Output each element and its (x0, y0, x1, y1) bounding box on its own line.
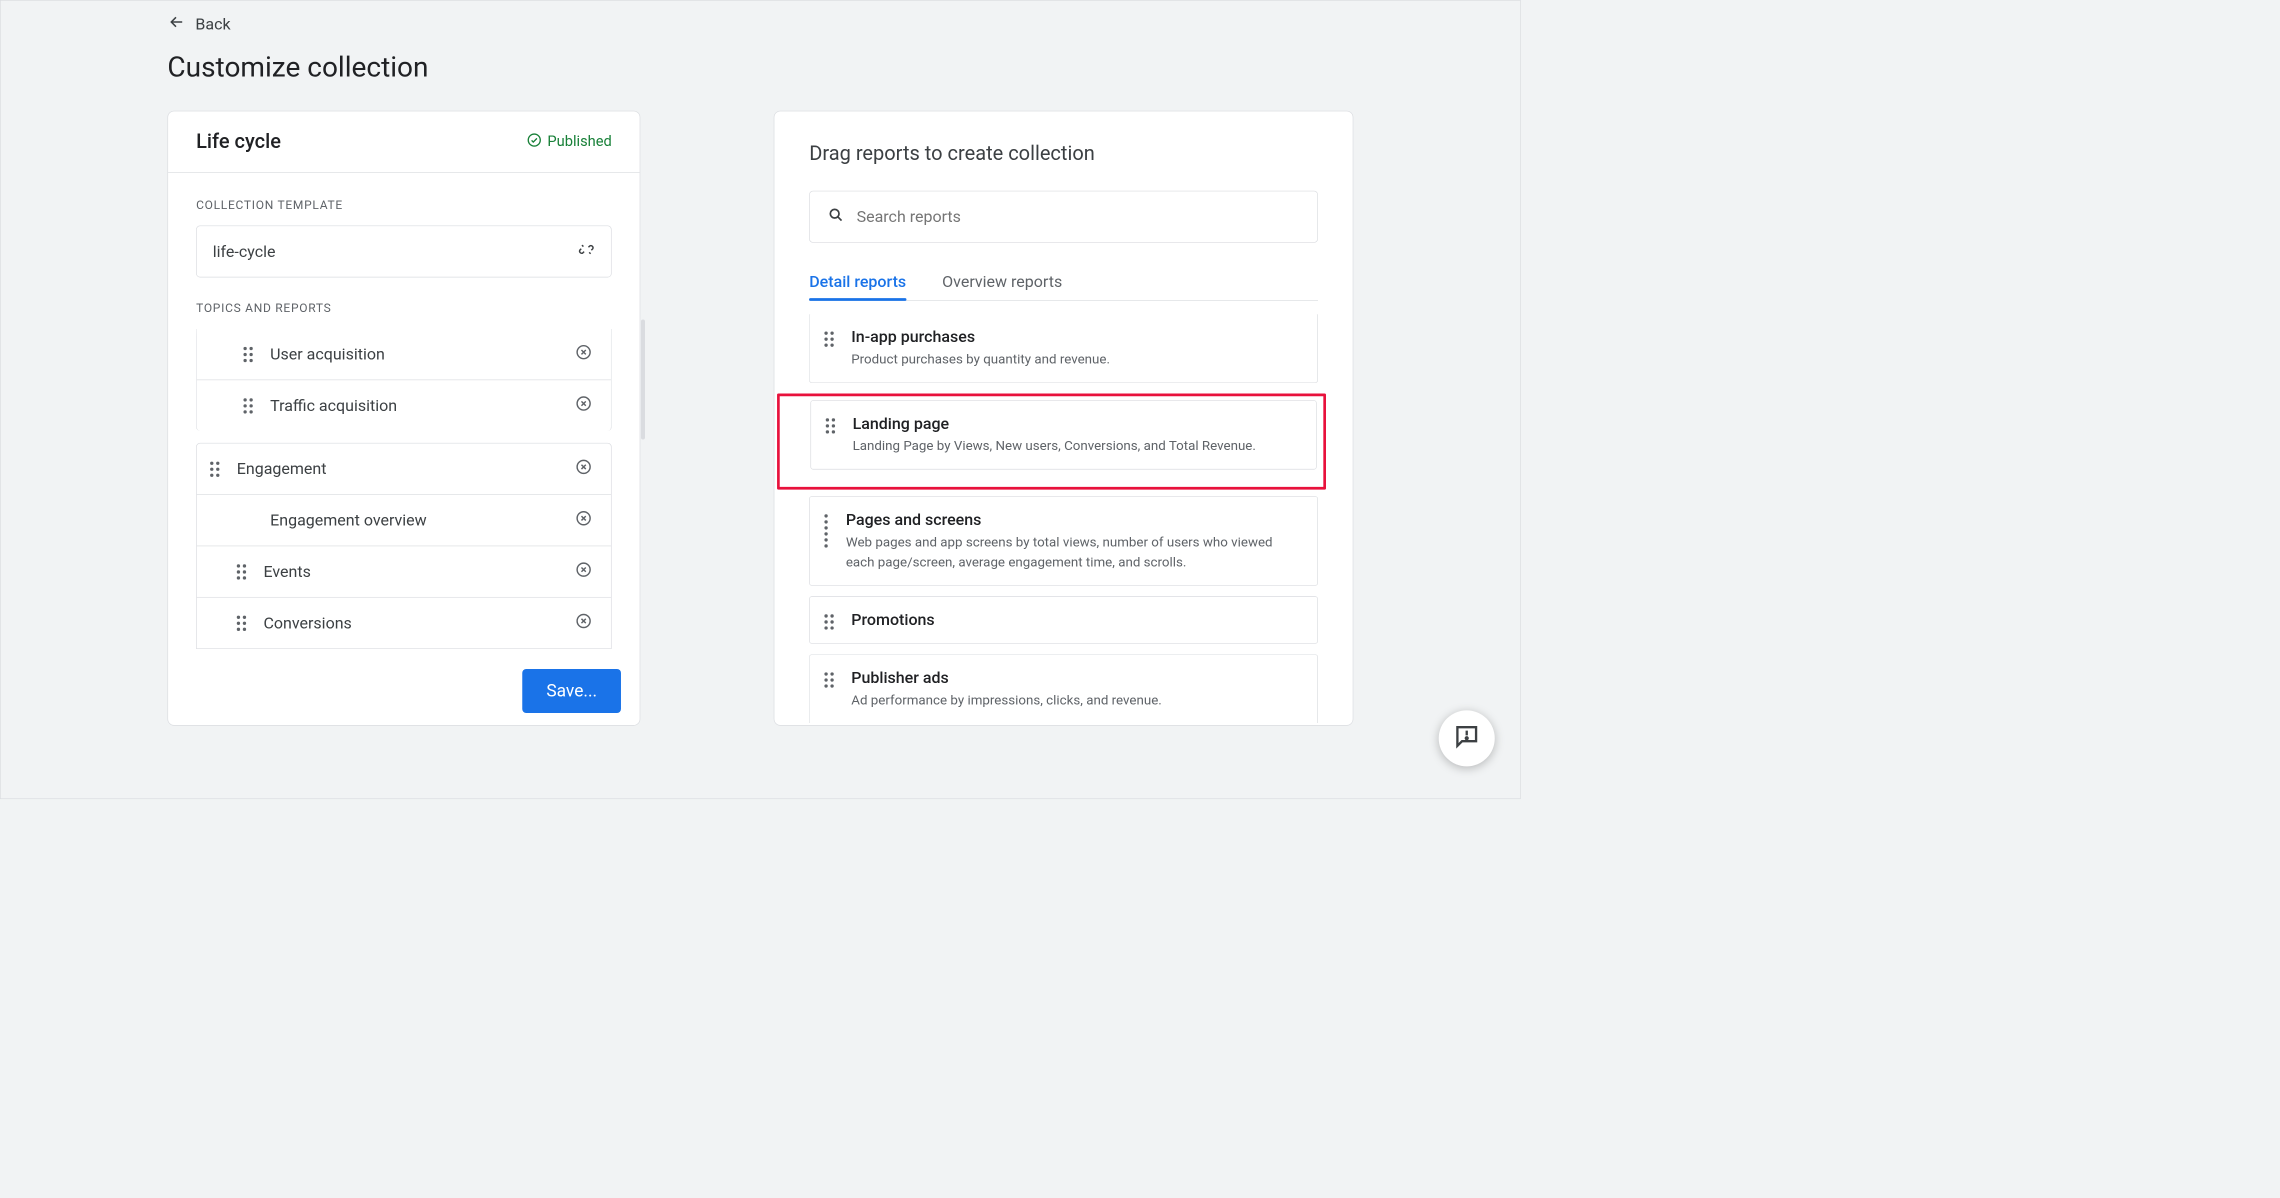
report-title: In-app purchases (851, 327, 1110, 346)
page-title: Customize collection (167, 51, 1353, 84)
drag-handle-icon[interactable] (237, 615, 250, 630)
unlink-icon[interactable] (578, 241, 595, 262)
remove-button[interactable] (575, 344, 592, 365)
report-card[interactable]: Pages and screens Web pages and app scre… (809, 496, 1318, 585)
template-value: life-cycle (213, 242, 276, 261)
back-label: Back (195, 15, 230, 34)
back-button[interactable]: Back (167, 13, 1353, 36)
report-title: Publisher ads (851, 668, 1162, 687)
drag-handle-icon[interactable] (825, 614, 838, 629)
check-circle-icon (526, 132, 542, 152)
drag-handle-icon[interactable] (243, 347, 256, 362)
drag-handle-icon[interactable] (825, 672, 838, 687)
status-label: Published (547, 133, 611, 150)
save-button[interactable]: Save... (522, 669, 621, 713)
reports-panel: Drag reports to create collection Detail… (774, 111, 1353, 726)
feedback-button[interactable] (1439, 710, 1495, 766)
drag-handle-icon[interactable] (237, 564, 250, 579)
report-item-label: Events (263, 562, 310, 581)
report-title: Promotions (851, 610, 934, 629)
topics-section-label: Topics and reports (196, 301, 612, 315)
feedback-icon (1453, 722, 1481, 754)
report-card[interactable]: Publisher ads Ad performance by impressi… (809, 654, 1318, 723)
template-section-label: Collection template (196, 198, 612, 212)
highlight-landing-page: Landing page Landing Page by Views, New … (777, 394, 1326, 490)
scrollbar[interactable] (641, 319, 645, 439)
drag-handle-icon[interactable] (826, 418, 839, 433)
search-field[interactable] (857, 207, 1300, 226)
arrow-left-icon (167, 13, 186, 36)
collection-editor-card: Life cycle Published Collection template… (167, 111, 640, 726)
tab-overview-reports[interactable]: Overview reports (942, 272, 1062, 300)
report-description: Landing Page by Views, New users, Conver… (853, 436, 1256, 456)
drag-handle-icon[interactable] (243, 398, 256, 413)
reports-panel-title: Drag reports to create collection (809, 142, 1318, 165)
report-card[interactable]: Promotions (809, 596, 1318, 643)
remove-button[interactable] (575, 612, 592, 633)
report-item-label: Traffic acquisition (270, 396, 397, 415)
collection-name: Life cycle (196, 130, 281, 153)
topic-label: Engagement (237, 460, 327, 479)
status-badge: Published (526, 132, 612, 152)
collection-template-input[interactable]: life-cycle (196, 225, 612, 277)
report-description: Web pages and app screens by total views… (846, 532, 1303, 572)
search-icon (827, 206, 844, 227)
report-description: Ad performance by impressions, clicks, a… (851, 690, 1162, 710)
remove-button[interactable] (575, 510, 592, 531)
remove-button[interactable] (575, 395, 592, 416)
report-item-label: Engagement overview (270, 511, 427, 530)
tab-detail-reports[interactable]: Detail reports (809, 272, 906, 300)
report-description: Product purchases by quantity and revenu… (851, 349, 1110, 369)
report-title: Landing page (853, 414, 1256, 433)
report-item-label: User acquisition (270, 345, 385, 364)
remove-button[interactable] (575, 561, 592, 582)
report-card[interactable]: Landing page Landing Page by Views, New … (811, 400, 1317, 469)
search-input[interactable] (809, 191, 1318, 243)
drag-handle-icon[interactable] (825, 514, 833, 547)
report-item-label: Conversions (263, 614, 351, 633)
report-title: Pages and screens (846, 510, 1303, 529)
drag-handle-icon[interactable] (210, 461, 223, 476)
drag-handle-icon[interactable] (825, 331, 838, 346)
remove-button[interactable] (575, 458, 592, 479)
report-card[interactable]: In-app purchases Product purchases by qu… (809, 314, 1318, 383)
